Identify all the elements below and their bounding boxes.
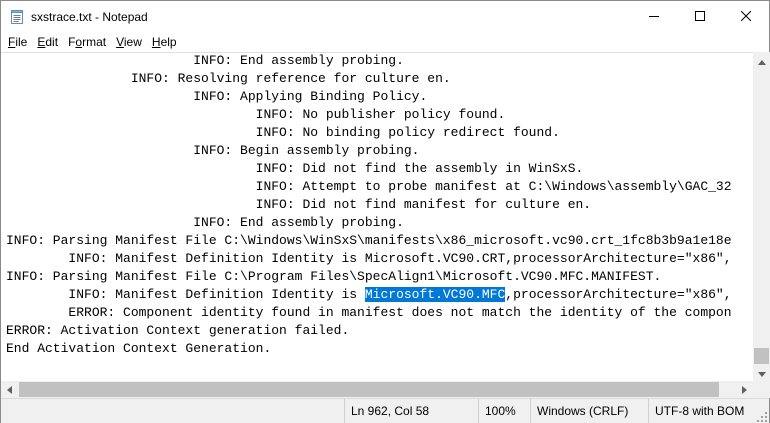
text-line: INFO: No binding policy redirect found. bbox=[6, 125, 560, 140]
text-line: INFO: Begin assembly probing. bbox=[6, 143, 420, 158]
menu-view-accel: V bbox=[116, 35, 124, 49]
menu-edit[interactable]: Edit bbox=[32, 32, 63, 52]
text-line: INFO: Did not find manifest for culture … bbox=[6, 197, 592, 212]
menu-view-label: iew bbox=[123, 35, 142, 49]
vertical-scroll-thumb[interactable] bbox=[754, 348, 769, 364]
text-line: INFO: Resolving reference for culture en… bbox=[6, 71, 451, 86]
scroll-down-button[interactable] bbox=[753, 364, 770, 381]
close-icon bbox=[740, 10, 752, 24]
resize-grip-icon[interactable] bbox=[757, 411, 767, 422]
selected-line-after: ,processorArchitecture="x86", bbox=[505, 287, 732, 302]
text-line: ERROR: Activation Context generation fai… bbox=[6, 323, 350, 338]
text-line: INFO: Attempt to probe manifest at C:\Wi… bbox=[6, 179, 732, 194]
status-zoom: 100% bbox=[478, 399, 530, 423]
menu-bar: File Edit Format View Help bbox=[1, 32, 769, 52]
notepad-window: sxstrace.txt - Notepad File Edit Format … bbox=[0, 0, 770, 423]
text-line: INFO: Manifest Definition Identity is Mi… bbox=[6, 251, 732, 266]
scroll-left-button[interactable] bbox=[1, 381, 18, 398]
minimize-button[interactable] bbox=[631, 1, 677, 32]
text-line: End Activation Context Generation. bbox=[6, 341, 272, 356]
text-editor[interactable]: INFO: End assembly probing. INFO: Resolv… bbox=[1, 52, 753, 381]
status-bar: Ln 962, Col 58 100% Windows (CRLF) UTF-8… bbox=[1, 398, 769, 423]
menu-file[interactable]: File bbox=[3, 32, 32, 52]
selected-line-before: INFO: Manifest Definition Identity is bbox=[6, 287, 365, 302]
scroll-down-arrow-icon bbox=[757, 366, 766, 380]
text-line-selected: INFO: Manifest Definition Identity is Mi… bbox=[1, 286, 753, 304]
vertical-scrollbar[interactable] bbox=[753, 52, 770, 381]
status-cursor-position: Ln 962, Col 58 bbox=[344, 399, 478, 423]
minimize-icon bbox=[649, 10, 659, 24]
menu-format[interactable]: Format bbox=[63, 32, 111, 52]
scroll-up-arrow-icon bbox=[757, 54, 766, 68]
text-line: ERROR: Component identity found in manif… bbox=[6, 305, 732, 320]
scrollbar-corner bbox=[753, 381, 770, 398]
text-line: INFO: Parsing Manifest File C:\Program F… bbox=[6, 269, 662, 284]
scroll-right-arrow-icon bbox=[742, 383, 747, 397]
scroll-up-button[interactable] bbox=[753, 52, 770, 69]
text-line: INFO: End assembly probing. bbox=[6, 215, 404, 230]
menu-file-label: ile bbox=[15, 35, 28, 49]
horizontal-scroll-thumb[interactable] bbox=[19, 382, 719, 397]
close-button[interactable] bbox=[723, 1, 769, 32]
title-bar[interactable]: sxstrace.txt - Notepad bbox=[1, 1, 769, 32]
maximize-icon bbox=[695, 10, 705, 24]
text-line: INFO: No publisher policy found. bbox=[6, 107, 506, 122]
menu-edit-label: dit bbox=[45, 35, 59, 49]
status-encoding: UTF-8 with BOM bbox=[648, 399, 758, 423]
menu-help-accel: H bbox=[151, 35, 161, 49]
scroll-right-button[interactable] bbox=[736, 381, 753, 398]
text-line: INFO: End assembly probing. bbox=[6, 53, 404, 68]
window-title: sxstrace.txt - Notepad bbox=[31, 10, 148, 24]
text-line: INFO: Applying Binding Policy. bbox=[6, 89, 428, 104]
scroll-left-arrow-icon bbox=[7, 383, 12, 397]
menu-view[interactable]: View bbox=[111, 32, 147, 52]
text-selection[interactable]: Microsoft.VC90.MFC bbox=[364, 287, 506, 302]
text-line: INFO: Did not find the assembly in WinSx… bbox=[6, 161, 584, 176]
horizontal-scrollbar[interactable] bbox=[1, 381, 753, 398]
maximize-button[interactable] bbox=[677, 1, 723, 32]
text-line: INFO: Parsing Manifest File C:\Windows\W… bbox=[6, 233, 732, 248]
notepad-icon[interactable] bbox=[9, 9, 25, 25]
menu-format-label: rmat bbox=[82, 35, 107, 49]
status-line-ending: Windows (CRLF) bbox=[530, 399, 648, 423]
menu-help[interactable]: Help bbox=[147, 32, 182, 52]
menu-help-label: elp bbox=[160, 35, 177, 49]
